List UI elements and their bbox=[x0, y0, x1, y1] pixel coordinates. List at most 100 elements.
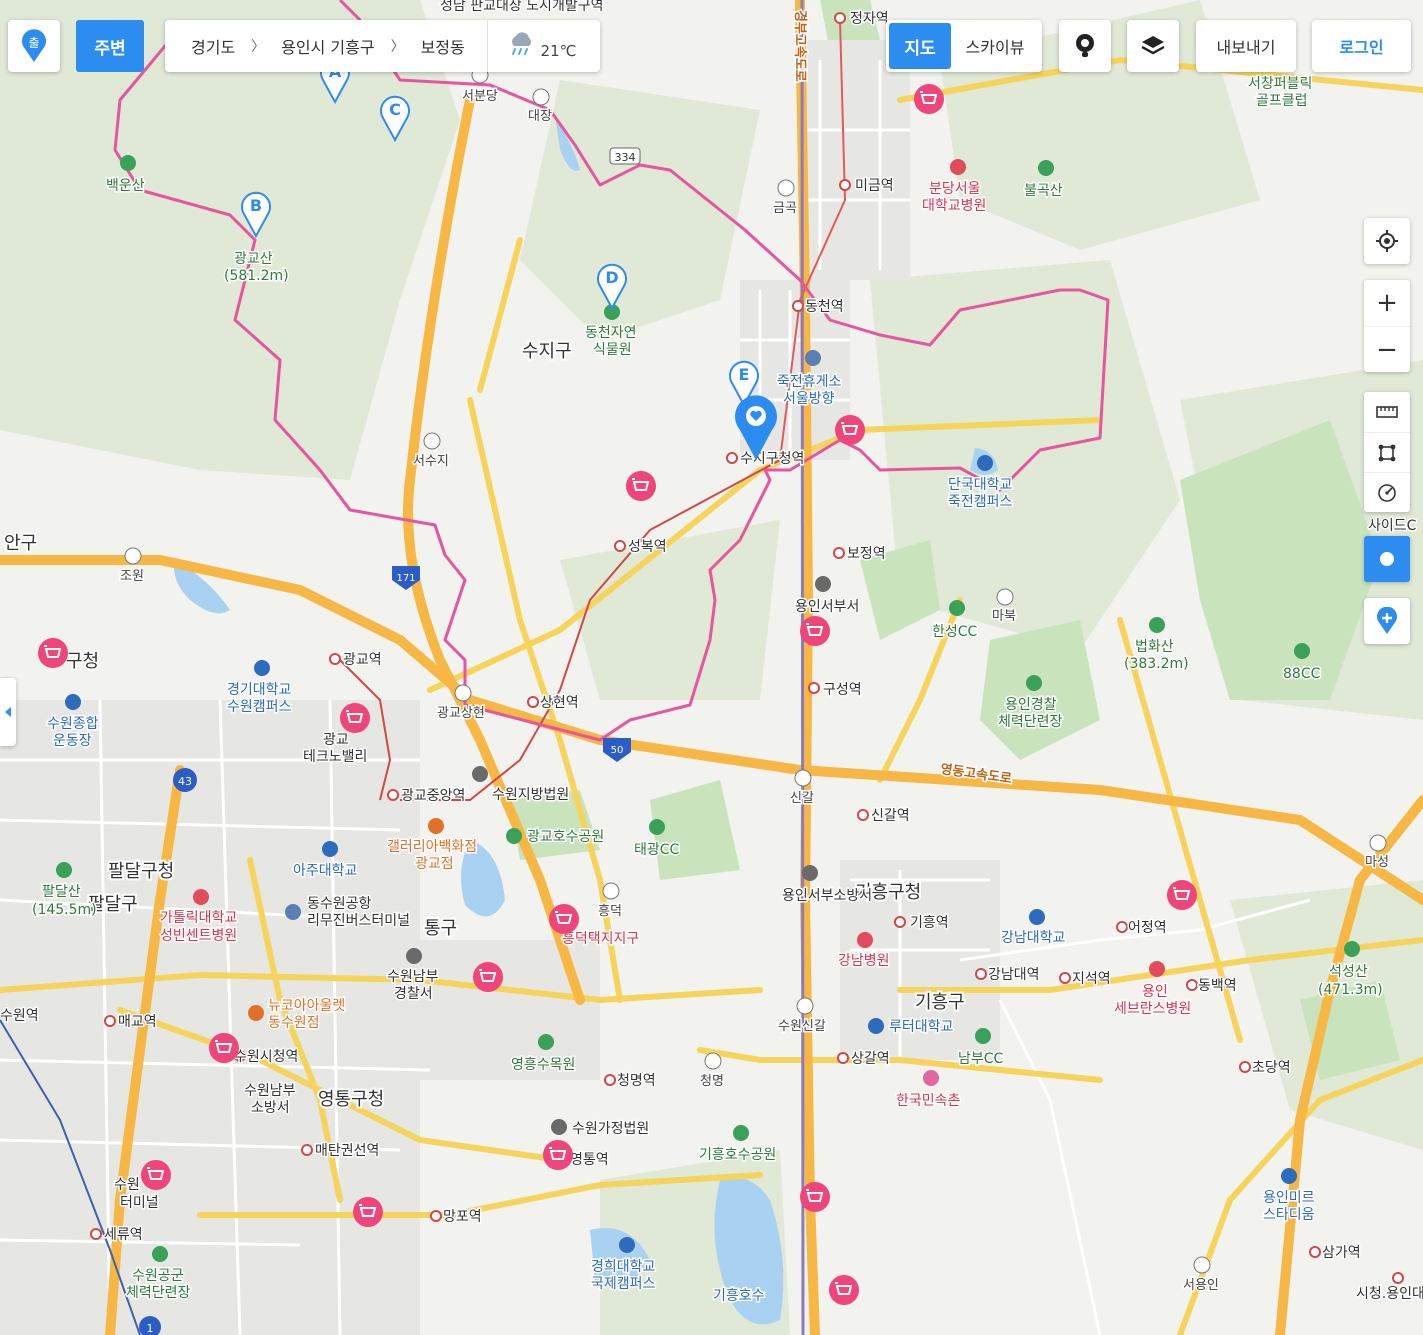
start-button[interactable]: 출 bbox=[8, 20, 60, 72]
locate-button[interactable] bbox=[1364, 218, 1410, 264]
label-eojeong: 어정역 bbox=[1128, 920, 1167, 936]
label-pangyo-daejang: 성남 판교대장 도시개발구역 bbox=[440, 0, 603, 14]
mart-icon[interactable] bbox=[800, 616, 830, 646]
chevron-right-icon: 〉 bbox=[251, 39, 266, 55]
label-galleria-2: 광교점 bbox=[415, 856, 454, 872]
breadcrumb-province[interactable]: 경기도 bbox=[191, 34, 235, 58]
label-mireu-2: 스타디움 bbox=[1263, 1207, 1315, 1223]
mart-icon[interactable] bbox=[473, 962, 503, 992]
label-seokseongsan: 석성산 bbox=[1329, 964, 1368, 980]
ic-seoyongin: 서용인 bbox=[1183, 1278, 1219, 1293]
street-view-button[interactable] bbox=[1059, 20, 1111, 72]
weather-widget[interactable]: 21℃ bbox=[506, 32, 577, 60]
mart-icon[interactable] bbox=[829, 1275, 859, 1305]
breadcrumb-city[interactable]: 용인시 기흥구 bbox=[281, 34, 374, 58]
rain-cloud-icon bbox=[511, 32, 531, 55]
ic-mabuk: 마북 bbox=[992, 609, 1016, 624]
label-yeongtong-gu: 통구 bbox=[424, 918, 457, 939]
distance-tool-button[interactable] bbox=[1364, 392, 1410, 432]
route-1-label: 1 bbox=[147, 1322, 154, 1335]
mart-icon[interactable] bbox=[340, 703, 370, 733]
label-hanseong-cc: 한성CC bbox=[932, 624, 978, 640]
label-kyunghee-2: 국제캠퍼스 bbox=[591, 1276, 656, 1292]
label-dongsuwon-terminal-2: 리무진버스터미널 bbox=[307, 913, 410, 929]
label-severance-1: 용인 bbox=[1142, 984, 1168, 1000]
breadcrumb-dong[interactable]: 보정동 bbox=[421, 34, 465, 58]
label-suwon-airforce-2: 체력단련장 bbox=[126, 1285, 191, 1301]
label-seochang-golf-1: 서창퍼블릭 bbox=[1248, 76, 1312, 92]
label-yongin-seobu-fire: 용인서부소방서 bbox=[782, 888, 872, 904]
side-panel-toggle[interactable] bbox=[0, 678, 16, 746]
login-button[interactable]: 로그인 bbox=[1312, 20, 1411, 72]
label-paldalsan-height: (145.5m) bbox=[32, 902, 97, 918]
zoom-in-button[interactable]: + bbox=[1364, 280, 1410, 326]
ic-seobundang: 서분당 bbox=[462, 89, 498, 104]
area-tool-button[interactable] bbox=[1364, 432, 1410, 472]
weather-temperature: 21℃ bbox=[540, 42, 577, 60]
label-yeongheung-arboretum: 영흥수목원 bbox=[511, 1057, 575, 1073]
label-suwon-nambu-fire-1: 수원남부 bbox=[244, 1083, 296, 1099]
ic-suwon-singal: 수원신갈 bbox=[778, 1019, 826, 1034]
mart-icon[interactable] bbox=[835, 415, 865, 445]
export-button[interactable]: 내보내기 bbox=[1196, 20, 1296, 72]
label-suwon-nambu-police-1: 수원남부 bbox=[387, 969, 439, 985]
mart-icon[interactable] bbox=[914, 84, 944, 114]
label-gwanggyo-techno-2: 테크노밸리 bbox=[303, 749, 367, 765]
zoom-out-button[interactable]: − bbox=[1364, 326, 1410, 372]
label-88cc: 88CC bbox=[1283, 666, 1321, 682]
label-gangnamdae: 강남대역 bbox=[988, 967, 1040, 983]
label-suwon-terminal-1: 수원 bbox=[114, 1177, 140, 1193]
label-dankook-1: 단국대학교 bbox=[948, 477, 1013, 493]
mart-icon[interactable] bbox=[38, 638, 68, 668]
label-dongsuwon-terminal-1: 동수원공항 bbox=[307, 896, 372, 912]
label-heungdeok-district: 흥덕택지지구 bbox=[562, 931, 639, 947]
label-jiseok: 지석역 bbox=[1072, 971, 1111, 987]
label-beophwasan-height: (383.2m) bbox=[1124, 656, 1189, 672]
map-type-skyview[interactable]: 스카이뷰 bbox=[951, 34, 1039, 58]
label-gwanggyo: 광교역 bbox=[343, 652, 382, 668]
label-kyunghee-1: 경희대학교 bbox=[591, 1259, 656, 1275]
label-suji-gu: 수지구 bbox=[522, 341, 572, 362]
mart-icon[interactable] bbox=[353, 1197, 383, 1227]
label-suwon-nambu-fire-2: 소방서 bbox=[251, 1100, 290, 1116]
roadview-icon bbox=[1076, 34, 1094, 57]
label-dongcheon-arboretum-1: 동천자연 bbox=[585, 325, 637, 341]
nearby-button[interactable]: 주변 bbox=[76, 20, 144, 72]
route-50-label: 50 bbox=[611, 745, 624, 756]
add-pin-icon bbox=[1377, 607, 1397, 634]
label-giheung-lake-park: 기흥호수공원 bbox=[699, 1147, 776, 1163]
radius-tool-button[interactable] bbox=[1364, 472, 1410, 512]
label-suwon-airforce-1: 수원공군 bbox=[132, 1268, 184, 1284]
ic-daejang: 대장 bbox=[528, 109, 552, 124]
label-galleria-1: 갤러리아백화점 bbox=[387, 839, 477, 855]
ic-gwanggyo-sanghyeon: 광교상현 bbox=[437, 706, 485, 721]
ic-maseong: 마성 bbox=[1365, 855, 1389, 870]
label-suwon-nambu-police-2: 경찰서 bbox=[394, 986, 433, 1002]
mart-icon[interactable] bbox=[1167, 880, 1197, 910]
add-pin-button[interactable] bbox=[1364, 598, 1410, 644]
chevron-left-icon bbox=[5, 707, 11, 717]
label-giheung-lake: 기흥호수 bbox=[713, 1288, 765, 1304]
label-suwon-stadium-1: 수원종합 bbox=[47, 716, 99, 732]
mart-icon[interactable] bbox=[543, 1140, 573, 1170]
start-label: 출 bbox=[28, 36, 39, 50]
label-bulgoksan: 불곡산 bbox=[1024, 183, 1063, 199]
label-yeongtong-gucheong: 영통구청 bbox=[318, 1089, 384, 1110]
label-gwanggyosan: 광교산 bbox=[234, 251, 273, 267]
map-canvas[interactable]: 334 171 50 43 1 영동고속도로 경부고속도로 서분당 대장 금곡 … bbox=[0, 0, 1423, 1335]
label-seryu: 세류역 bbox=[104, 1227, 143, 1243]
mart-icon[interactable] bbox=[209, 1033, 239, 1063]
mart-icon[interactable] bbox=[800, 1182, 830, 1212]
current-position-button[interactable] bbox=[1364, 536, 1410, 582]
label-sichung-yongin: 시청.용인대 bbox=[1356, 1286, 1423, 1302]
mart-icon[interactable] bbox=[141, 1160, 171, 1190]
layers-button[interactable] bbox=[1127, 20, 1179, 72]
label-suwon-court: 수원지방법원 bbox=[492, 787, 569, 803]
mart-icon[interactable] bbox=[549, 904, 579, 934]
map-type-map[interactable]: 지도 bbox=[889, 23, 951, 69]
label-cheongmyeong: 청명역 bbox=[617, 1073, 656, 1089]
mart-icon[interactable] bbox=[626, 471, 656, 501]
label-kyonggi-univ-1: 경기대학교 bbox=[227, 682, 292, 698]
ic-seosuji: 서수지 bbox=[413, 454, 449, 469]
route-334-label: 334 bbox=[615, 151, 636, 164]
